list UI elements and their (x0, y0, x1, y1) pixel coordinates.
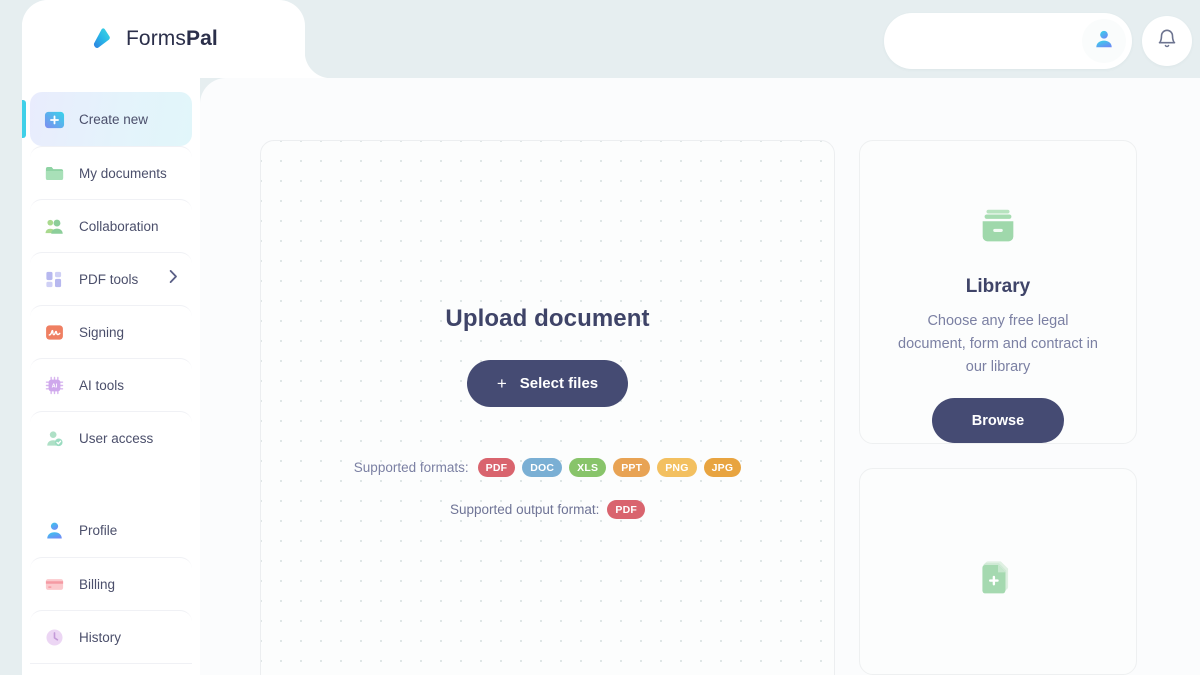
brand-name-bold: Pal (186, 27, 218, 50)
avatar[interactable] (1082, 19, 1126, 63)
format-badge-doc: DOC (522, 458, 563, 477)
user-avatar-icon (1093, 28, 1115, 55)
credit-card-icon (44, 574, 65, 595)
brand-name: FormsPal (126, 27, 218, 51)
sidebar-item-label: Billing (79, 576, 116, 592)
main-panel: Upload document + Select files Supported… (200, 78, 1200, 675)
sidebar: Create new My documents Collaboration PD… (22, 0, 200, 675)
library-card[interactable]: Library Choose any free legal document, … (859, 140, 1137, 444)
formspal-logo-icon (88, 26, 114, 52)
library-card-description: Choose any free legal document, form and… (898, 313, 1098, 375)
main-content: Upload document + Select files Supported… (260, 140, 1158, 675)
sidebar-item-label: Signing (79, 324, 125, 340)
header-actions (884, 13, 1192, 69)
supported-formats-row: Supported formats: PDF DOC XLS PPT PNG J… (353, 458, 742, 477)
page-title: Upload document (445, 305, 650, 332)
select-files-label: Select files (519, 375, 599, 392)
sidebar-item-my-documents[interactable]: My documents (30, 146, 192, 199)
sidebar-item-history[interactable]: History (30, 610, 192, 663)
sidebar-item-label: Create new (79, 111, 149, 127)
sidebar-item-signing[interactable]: Signing (30, 305, 192, 358)
supported-output-label: Supported output format: (450, 502, 600, 517)
svg-text:AI: AI (52, 383, 58, 389)
people-icon (44, 216, 65, 237)
supported-formats-label: Supported formats: (353, 460, 469, 475)
document-plus-icon (976, 554, 1020, 603)
upload-dropzone[interactable]: Upload document + Select files Supported… (260, 140, 835, 675)
browse-button[interactable]: Browse (931, 398, 1065, 443)
sidebar-item-label: Collaboration (79, 218, 159, 234)
ai-chip-icon: AI (44, 375, 65, 396)
sidebar-item-label: AI tools (79, 377, 125, 393)
right-column: Library Choose any free legal document, … (859, 140, 1137, 675)
sidebar-item-ai-tools[interactable]: AI AI tools (30, 358, 192, 411)
notifications-button[interactable] (1142, 16, 1192, 66)
user-check-icon (44, 428, 65, 449)
account-pill[interactable] (884, 13, 1132, 69)
chevron-right-icon (169, 270, 178, 289)
clock-icon (44, 627, 65, 648)
signature-icon (44, 322, 65, 343)
format-badge-pdf: PDF (477, 458, 516, 477)
library-box-icon (975, 203, 1021, 254)
sidebar-divider (30, 663, 192, 664)
supported-output-row: Supported output format: PDF (450, 500, 645, 519)
grid-tools-icon (44, 269, 65, 290)
format-badge-ppt: PPT (613, 458, 651, 477)
sidebar-item-label: History (79, 629, 122, 645)
logo-tab: FormsPal (22, 0, 305, 78)
sidebar-item-label: Profile (79, 523, 118, 538)
person-icon (44, 520, 65, 541)
sidebar-item-label: My documents (79, 165, 167, 181)
sidebar-item-label: User access (79, 430, 154, 446)
sidebar-primary-group: Create new My documents Collaboration PD… (22, 92, 200, 663)
sidebar-item-billing[interactable]: Billing (30, 557, 192, 610)
brand-name-thin: Forms (126, 27, 186, 50)
select-files-button[interactable]: + Select files (466, 360, 629, 407)
sidebar-item-collaboration[interactable]: Collaboration (30, 199, 192, 252)
bell-icon (1156, 28, 1178, 55)
format-badge-jpg: JPG (703, 458, 742, 477)
sidebar-item-profile[interactable]: Profile (30, 504, 192, 557)
sidebar-item-create-new[interactable]: Create new (22, 92, 192, 146)
sidebar-item-pdf-tools[interactable]: PDF tools (30, 252, 192, 305)
plus-square-icon (44, 109, 65, 130)
plus-icon: + (496, 373, 507, 393)
output-format-badge-pdf: PDF (607, 500, 645, 519)
library-card-title: Library (965, 276, 1031, 297)
format-badge-png: PNG (657, 458, 697, 477)
create-document-card[interactable] (859, 468, 1137, 675)
sidebar-item-user-access[interactable]: User access (30, 411, 192, 464)
format-badge-xls: XLS (569, 458, 607, 477)
app-root: FormsPal Create new My documents Collabo… (0, 0, 1200, 675)
folder-icon (44, 163, 65, 184)
sidebar-item-label: PDF tools (79, 271, 139, 287)
